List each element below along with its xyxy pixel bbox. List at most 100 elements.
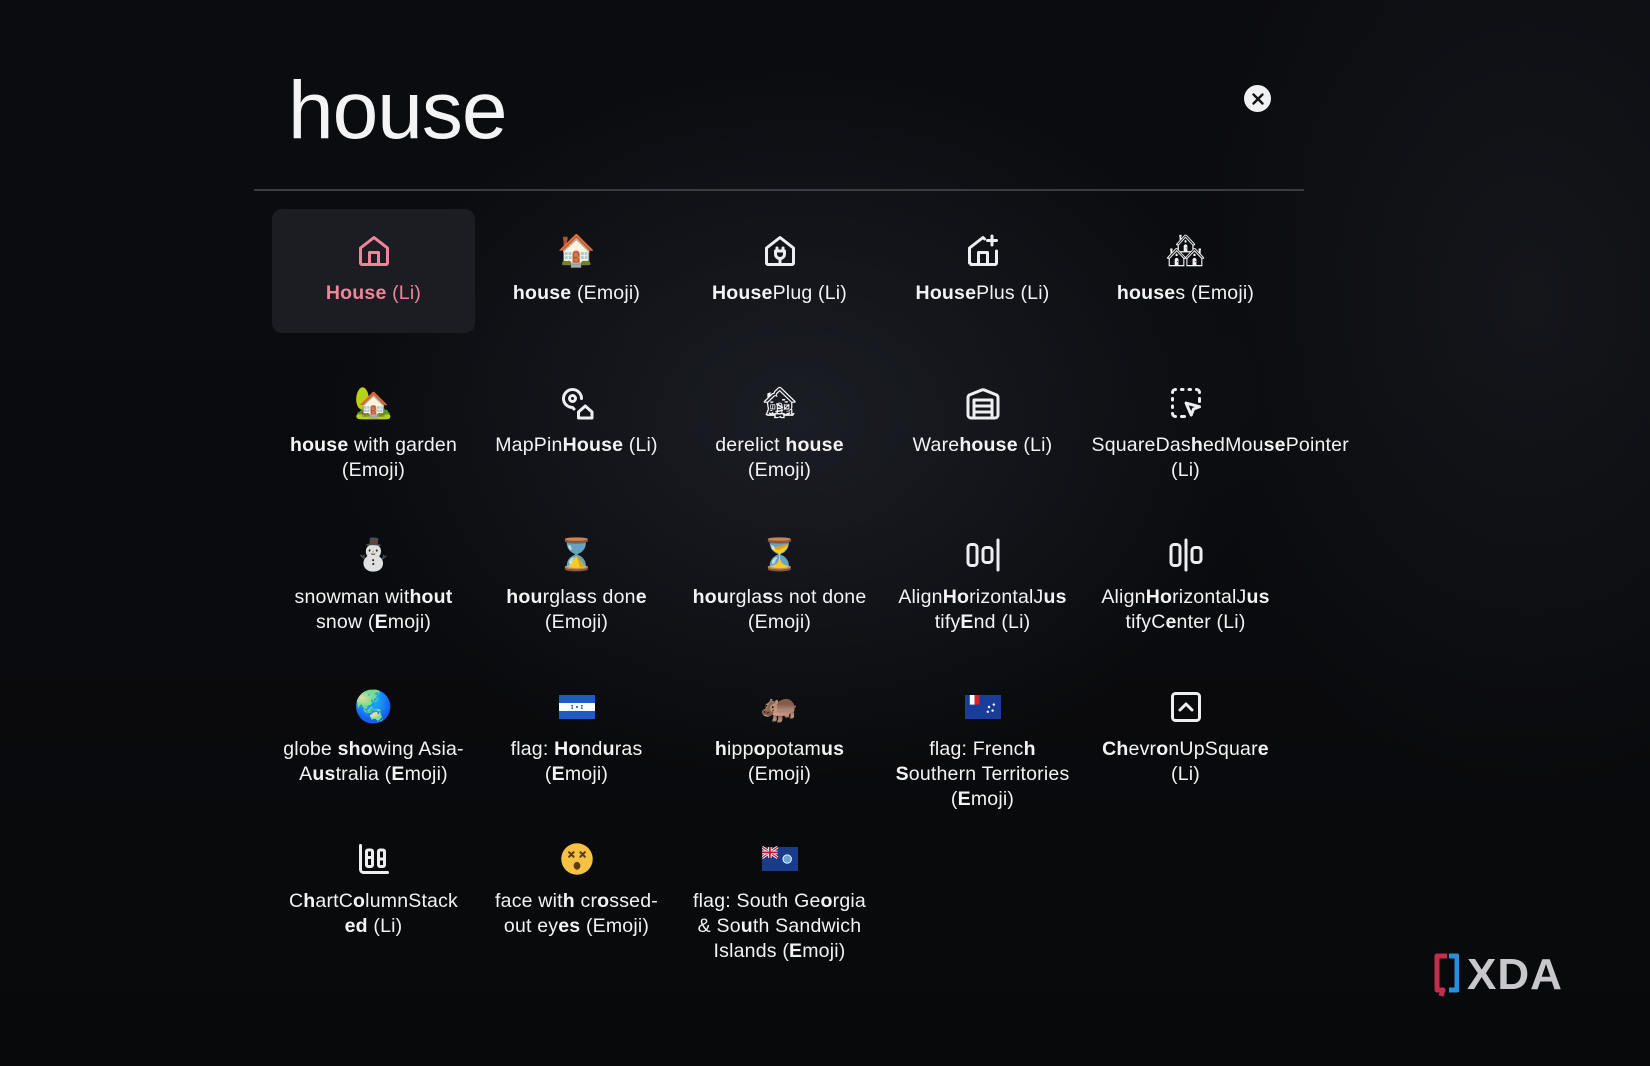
label-text: lumnStack [365, 890, 459, 912]
match-highlight: o [597, 890, 610, 912]
result-label: flag: South Georgia & South Sandwich Isl… [686, 889, 874, 964]
label-text: flag: [510, 738, 555, 760]
result-item[interactable]: Warehouse (Li) [881, 361, 1084, 513]
label-text: ipp [727, 738, 754, 760]
result-item[interactable]: ⌛ hourglass done (Emoji) [475, 513, 678, 665]
result-item[interactable]: ⛄ snowman without snow (Emoji) [272, 513, 475, 665]
label-text: Plug (Li) [772, 282, 848, 304]
label-text: rgla [728, 586, 763, 608]
label-text: evr [1128, 738, 1157, 760]
match-highlight: o [753, 738, 766, 760]
search-input[interactable] [288, 56, 1188, 166]
result-item[interactable]: 🏚 derelict house (Emoji) [678, 361, 881, 513]
match-highlight: u [740, 915, 753, 937]
label-text: moji) [802, 940, 846, 962]
search-bar [254, 48, 1304, 188]
results-grid: House (Li) 🏠 house (Emoji) HousePlug (Li) Ho… [272, 209, 1349, 969]
match-highlight: e [1257, 738, 1269, 760]
match-highlight: Ho [554, 738, 581, 760]
label-text: edMou [1202, 434, 1264, 456]
result-label: AlignHorizontalJus tifyCenter (Li) [1092, 585, 1280, 635]
match-highlight: E [789, 940, 803, 962]
match-highlight: o [820, 890, 833, 912]
result-item[interactable]: ⏳ hourglass not done (Emoji) [678, 513, 881, 665]
match-highlight: E [374, 611, 388, 633]
hippopotamus-emoji-icon: 🦛 [760, 688, 799, 725]
result-label: flag: French Southern Territories (Emoji… [889, 737, 1077, 812]
label-text: (Emoji) [747, 763, 812, 785]
result-item[interactable]: House (Li) [272, 209, 475, 333]
square-dashed-mouse-pointer-icon [1166, 383, 1206, 423]
result-item[interactable]: 🏘 houses (Emoji) [1084, 209, 1287, 361]
label-text: moji) [404, 763, 448, 785]
result-item[interactable]: AlignHorizontalJus tifyCenter (Li) [1084, 513, 1287, 665]
result-item[interactable]: HousePlus (Li) [881, 209, 1084, 361]
label-text: nd (Li) [973, 611, 1031, 633]
result-item[interactable]: MapPinHouse (Li) [475, 361, 678, 513]
match-highlight: Ho [1145, 586, 1173, 608]
match-highlight: o [1156, 738, 1169, 760]
label-text: (Li) [367, 915, 403, 937]
label-text: tify [934, 611, 961, 633]
label-text: s (Emoji) [1175, 282, 1255, 304]
result-label: houses (Emoji) [1092, 281, 1280, 306]
result-item[interactable]: ChevronUpSquare (Li) [1084, 665, 1287, 817]
result-item[interactable]: 🦛 hippopotamus (Emoji) [678, 665, 881, 817]
match-highlight: House [915, 282, 977, 304]
match-highlight: h [714, 738, 727, 760]
divider [254, 189, 1304, 191]
match-highlight: Ch [1102, 738, 1129, 760]
result-item[interactable]: ChartColumnStack ed (Li) [272, 817, 475, 969]
label-text: moji) [564, 763, 609, 785]
match-highlight: house [289, 434, 349, 456]
result-item[interactable]: HousePlug (Li) [678, 209, 881, 361]
match-highlight: house [785, 434, 844, 456]
map-pin-house-icon [557, 383, 597, 423]
result-item[interactable]: face with crossed-out eyes (Emoji) [475, 817, 678, 969]
result-label: AlignHorizontalJus tifyEnd (Li) [889, 585, 1077, 635]
label-text: potam [765, 738, 821, 760]
label-text: rizontalJ [969, 586, 1044, 608]
label-text: tralia ( [335, 763, 392, 785]
label-text: artC [315, 890, 354, 912]
watermark-text: XDA [1467, 950, 1563, 999]
match-highlight: house [959, 434, 1018, 456]
result-label: globe showing Asia-Australia (Emoji) [280, 737, 468, 787]
match-highlight: hou [692, 586, 729, 608]
result-label: HousePlug (Li) [686, 281, 874, 306]
result-item[interactable]: SquareDashedMousePointer (Li) [1084, 361, 1349, 513]
label-text: nUpSquar [1168, 738, 1258, 760]
match-highlight: E [960, 611, 974, 633]
result-label: hippopotamus (Emoji) [686, 737, 874, 787]
flag-honduras-emoji-icon [557, 687, 597, 727]
match-highlight: E [391, 763, 405, 785]
align-horizontal-justify-end-icon [963, 535, 1003, 575]
match-highlight: us [312, 763, 336, 785]
result-item[interactable]: flag: Honduras (Emoji) [475, 665, 678, 817]
match-highlight: Ho [942, 586, 970, 608]
result-item[interactable]: 🏠 house (Emoji) [475, 209, 678, 361]
label-text: rizontalJ [1172, 586, 1247, 608]
house-outline-icon [354, 231, 394, 271]
result-label: MapPinHouse (Li) [483, 433, 671, 458]
match-highlight: us [1246, 586, 1270, 608]
clear-search-button[interactable] [1244, 85, 1271, 112]
house-with-garden-emoji-icon: 🏡 [354, 384, 393, 421]
result-item[interactable]: 🏡 house with garden (Emoji) [272, 361, 475, 513]
label-text: (Li) [623, 434, 658, 456]
result-item[interactable]: 🌏 globe showing Asia-Australia (Emoji) [272, 665, 475, 817]
face-crossed-out-eyes-emoji-icon [557, 839, 597, 879]
xda-watermark: XDA [1433, 950, 1593, 999]
result-item[interactable]: flag: French Southern Territories (Emoji… [881, 665, 1084, 817]
label-text: nter (Li) [1176, 611, 1246, 633]
label-text: Align [1101, 586, 1146, 608]
flag-french-southern-territories-emoji-icon [963, 687, 1003, 727]
result-item[interactable]: flag: South Georgia & South Sandwich Isl… [678, 817, 881, 969]
label-text: Align [898, 586, 943, 608]
match-highlight: h [1023, 738, 1036, 760]
match-highlight: sho [337, 738, 373, 760]
label-text: face wit [495, 890, 563, 912]
result-label: snowman without snow (Emoji) [280, 585, 468, 635]
label-text: Plus (Li) [976, 282, 1050, 304]
result-item[interactable]: AlignHorizontalJus tifyEnd (Li) [881, 513, 1084, 665]
